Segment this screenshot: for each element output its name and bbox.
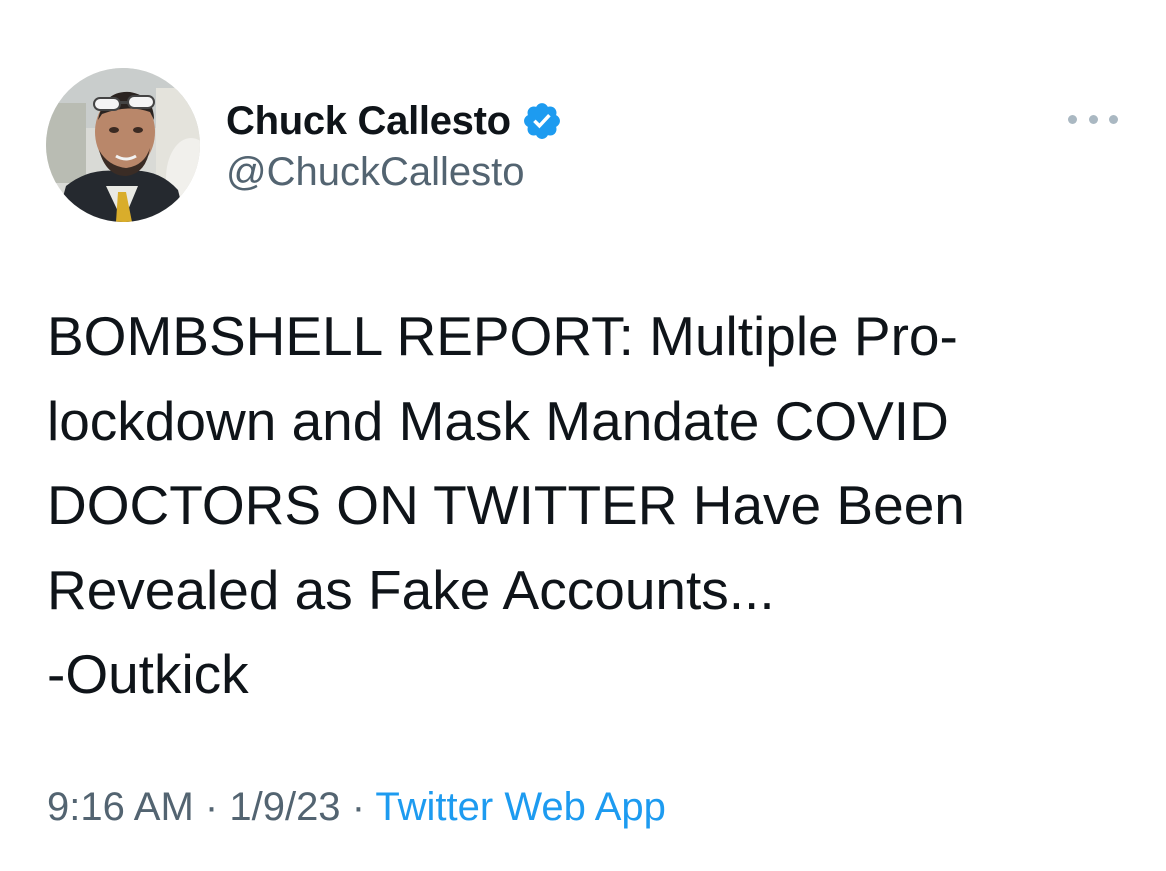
more-dot	[1088, 114, 1098, 124]
more-dot	[1109, 114, 1118, 124]
author-name-row: Chuck Callesto	[226, 97, 563, 145]
more-dot	[1068, 114, 1077, 124]
author-display-name[interactable]: Chuck Callesto	[226, 99, 511, 144]
meta-separator: ·	[204, 785, 219, 829]
tweet-text-line: DOCTORS ON TWITTER Have Been	[47, 474, 965, 536]
tweet-text-line: lockdown and Mask Mandate COVID	[47, 389, 949, 452]
tweet-metadata: 9:16 AM · 1/9/23 · Twitter Web App	[47, 785, 666, 830]
tweet-time[interactable]: 9:16 AM	[47, 785, 194, 829]
more-options-icon[interactable]	[1068, 106, 1118, 132]
tweet-text: BOMBSHELL REPORT: Multiple Pro- lockdown…	[47, 294, 1127, 717]
author-handle[interactable]: @ChuckCallesto	[226, 150, 525, 195]
tweet-date[interactable]: 1/9/23	[229, 785, 340, 829]
author-avatar[interactable]	[46, 68, 200, 222]
tweet-text-line: -Outkick	[47, 643, 249, 705]
tweet-card: Chuck Callesto @ChuckCallesto BOMBSHELL …	[0, 0, 1166, 871]
tweet-source-link[interactable]: Twitter Web App	[375, 785, 666, 829]
meta-separator: ·	[351, 785, 366, 829]
verified-check-icon	[523, 103, 560, 139]
tweet-text-line: Revealed as Fake Accounts...	[47, 558, 775, 621]
tweet-text-line: BOMBSHELL REPORT: Multiple Pro-	[47, 305, 958, 367]
avatar-photo	[46, 68, 200, 222]
